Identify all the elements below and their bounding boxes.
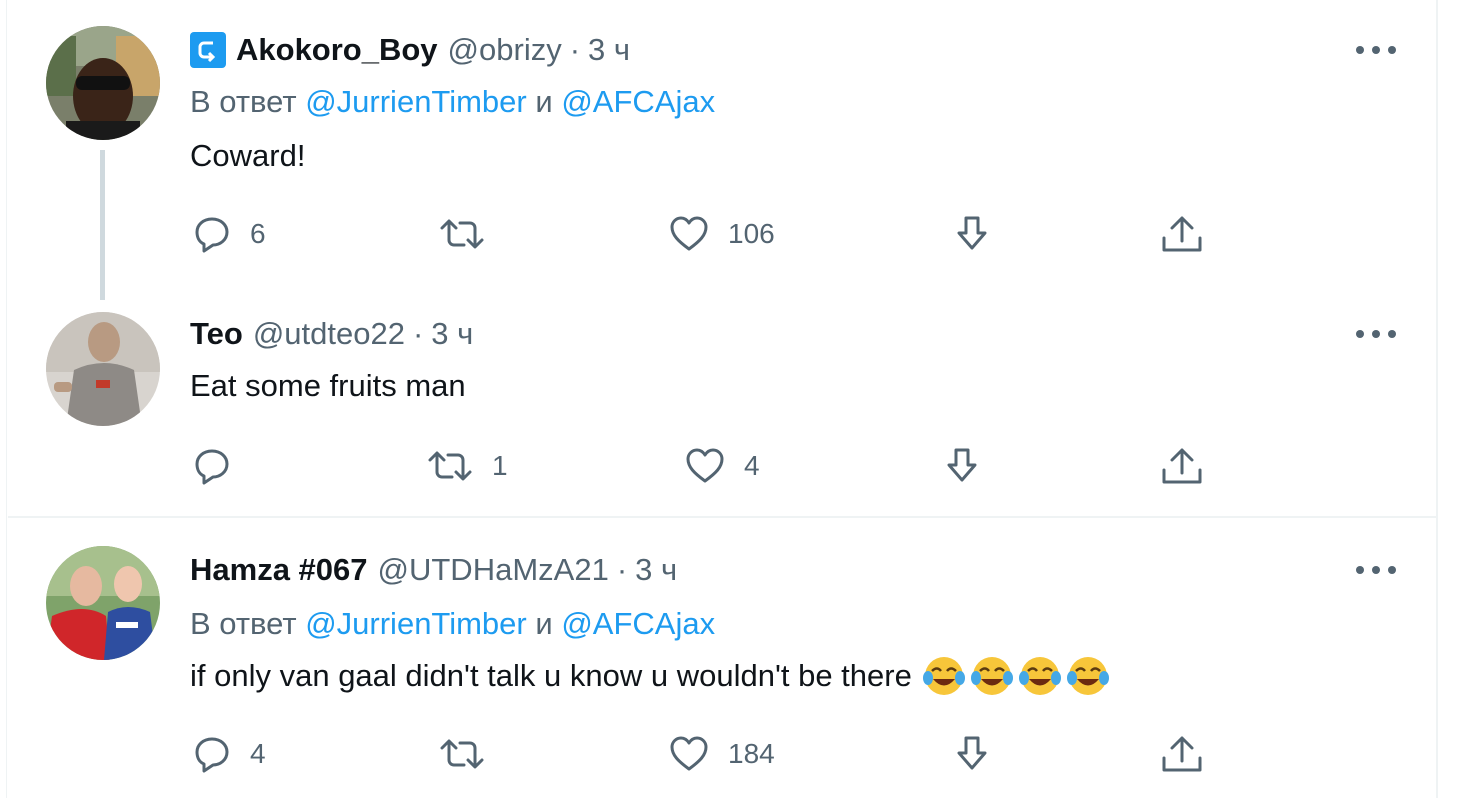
separator-dot: ·	[569, 32, 581, 67]
reply-count: 4	[250, 738, 266, 769]
more-options-icon[interactable]	[1356, 324, 1396, 344]
heart-icon	[670, 216, 708, 251]
reply-and: и	[535, 606, 553, 641]
retweet-badge-icon	[190, 32, 226, 68]
share-button[interactable]	[1160, 732, 1204, 776]
avatar-hamza[interactable]	[46, 546, 160, 660]
reply-icon	[195, 737, 229, 773]
heart-icon	[686, 448, 724, 483]
retweet-icon	[428, 451, 472, 481]
timestamp[interactable]: 3 ч	[588, 32, 630, 68]
display-name[interactable]: Hamza #067	[190, 552, 368, 588]
download-button[interactable]	[952, 732, 992, 776]
face-with-tears-of-joy-emoji	[970, 657, 1013, 695]
avatar-image	[46, 546, 160, 660]
reply-icon	[195, 449, 229, 485]
more-options-icon[interactable]	[1356, 560, 1396, 580]
tweet-body: Coward!	[190, 138, 306, 173]
reply-button[interactable]: 4	[192, 732, 266, 776]
retweet-icon	[440, 219, 484, 249]
download-button[interactable]	[952, 212, 992, 256]
tweet-header: Hamza #067 @UTDHaMzA21 · 3 ч	[190, 548, 677, 592]
reply-and: и	[535, 84, 553, 119]
handle[interactable]: @UTDHaMzA21	[378, 552, 609, 588]
like-button[interactable]: 184	[668, 732, 775, 776]
like-count: 106	[728, 218, 775, 249]
mention-link[interactable]: @AFCAjax	[561, 606, 715, 641]
tweet-1[interactable]: Akokoro_Boy @obrizy · 3 ч В ответ @Jurri…	[0, 0, 1436, 300]
tweet-header: Akokoro_Boy @obrizy · 3 ч	[190, 28, 630, 72]
separator-dot: ·	[412, 316, 424, 351]
like-button[interactable]: 106	[668, 212, 775, 256]
avatar-image	[46, 312, 160, 426]
retweet-count: 1	[492, 450, 508, 481]
display-name[interactable]: Teo	[190, 316, 243, 352]
like-count: 4	[744, 450, 760, 481]
reply-context: В ответ @JurrienTimber и @AFCAjax	[190, 84, 715, 120]
more-options-icon[interactable]	[1356, 40, 1396, 60]
tweet-2[interactable]: Teo @utdteo22 · 3 ч Eat some fruits man …	[0, 300, 1436, 516]
face-with-tears-of-joy-emoji	[922, 657, 965, 695]
like-button[interactable]: 4	[684, 444, 760, 488]
share-icon	[1162, 736, 1202, 772]
reply-context: В ответ @JurrienTimber и @AFCAjax	[190, 606, 715, 642]
mention-link[interactable]: @AFCAjax	[561, 84, 715, 119]
thread-line	[100, 150, 105, 300]
tweet-text: if only van gaal didn't talk u know u wo…	[190, 654, 1114, 698]
share-icon	[1162, 448, 1202, 484]
share-button[interactable]	[1160, 212, 1204, 256]
download-button[interactable]	[942, 444, 982, 488]
timeline-right-border	[1436, 0, 1438, 798]
reply-button[interactable]	[192, 444, 250, 488]
heart-icon	[670, 736, 708, 771]
tweet-3[interactable]: Hamza #067 @UTDHaMzA21 · 3 ч В ответ @Ju…	[0, 518, 1436, 798]
mention-link[interactable]: @JurrienTimber	[305, 606, 527, 641]
download-icon	[957, 216, 987, 250]
tweet-body: if only van gaal didn't talk u know u wo…	[190, 658, 912, 693]
reply-icon	[195, 217, 229, 253]
retweet-button[interactable]	[438, 732, 504, 776]
reply-count: 6	[250, 218, 266, 249]
reply-button[interactable]: 6	[192, 212, 266, 256]
retweet-button[interactable]: 1	[426, 444, 508, 488]
tweet-text: Coward!	[190, 138, 305, 174]
separator-dot: ·	[616, 552, 628, 587]
download-icon	[957, 736, 987, 770]
tweet-text: Eat some fruits man	[190, 368, 466, 404]
avatar-teo[interactable]	[46, 312, 160, 426]
like-count: 184	[728, 738, 775, 769]
retweet-icon	[440, 739, 484, 769]
timestamp[interactable]: 3 ч	[635, 552, 677, 588]
tweet-header: Teo @utdteo22 · 3 ч	[190, 312, 473, 356]
tweet-body: Eat some fruits man	[190, 368, 466, 403]
avatar-akokoro-boy[interactable]	[46, 26, 160, 140]
reply-prefix: В ответ	[190, 84, 297, 119]
face-with-tears-of-joy-emoji	[1066, 657, 1109, 695]
share-button[interactable]	[1160, 444, 1204, 488]
face-with-tears-of-joy-emoji	[1018, 657, 1061, 695]
download-icon	[947, 448, 977, 482]
retweet-button[interactable]	[438, 212, 504, 256]
avatar-image	[46, 26, 160, 140]
mention-link[interactable]: @JurrienTimber	[305, 84, 527, 119]
reply-prefix: В ответ	[190, 606, 297, 641]
emoji-group	[922, 654, 1114, 698]
handle[interactable]: @utdteo22	[253, 316, 405, 352]
handle[interactable]: @obrizy	[448, 32, 562, 68]
share-icon	[1162, 216, 1202, 252]
display-name[interactable]: Akokoro_Boy	[236, 32, 438, 68]
timestamp[interactable]: 3 ч	[431, 316, 473, 352]
